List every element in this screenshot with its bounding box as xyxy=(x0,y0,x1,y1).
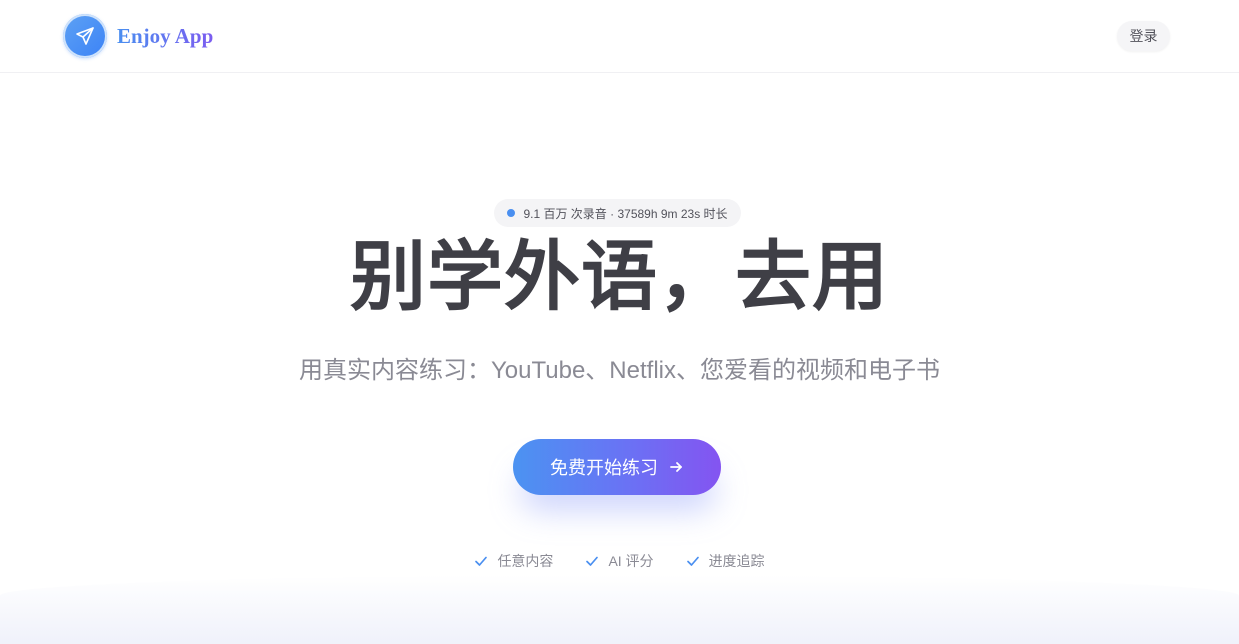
status-dot-icon xyxy=(507,209,516,217)
landing-page: Enjoy App 登录 9.1 百万 次录音 · 37589h 9m 23s … xyxy=(0,0,1239,644)
feature-item: 进度追踪 xyxy=(686,551,765,571)
brand-link[interactable]: Enjoy App xyxy=(63,14,213,58)
brand-name: Enjoy App xyxy=(117,23,214,48)
stats-badge: 9.1 百万 次录音 · 37589h 9m 23s 时长 xyxy=(494,199,741,227)
feature-label: 任意内容 xyxy=(497,553,554,569)
start-practice-button[interactable]: 免费开始练习 xyxy=(513,439,721,495)
stats-text: 9.1 百万 次录音 · 37589h 9m 23s 时长 xyxy=(523,206,728,221)
bottom-fade-decoration xyxy=(0,575,1239,644)
arrow-right-icon xyxy=(668,459,684,475)
hero-headline: 别学外语，去用 xyxy=(350,235,889,320)
feature-label: AI 评分 xyxy=(608,553,654,569)
start-practice-label: 免费开始练习 xyxy=(550,458,658,478)
check-icon xyxy=(474,554,488,568)
feature-label: 进度追踪 xyxy=(708,553,765,569)
check-icon xyxy=(585,554,599,568)
feature-item: 任意内容 xyxy=(474,551,553,571)
check-icon xyxy=(686,554,700,568)
paper-plane-icon xyxy=(63,14,107,58)
feature-item: AI 评分 xyxy=(585,551,654,571)
feature-list: 任意内容 AI 评分 进度追踪 xyxy=(0,549,1239,573)
hero-subtitle: 用真实内容练习：YouTube、Netflix、您爱看的视频和电子书 xyxy=(299,357,940,384)
login-button[interactable]: 登录 xyxy=(1117,21,1170,51)
top-header: Enjoy App 登录 xyxy=(0,0,1239,73)
